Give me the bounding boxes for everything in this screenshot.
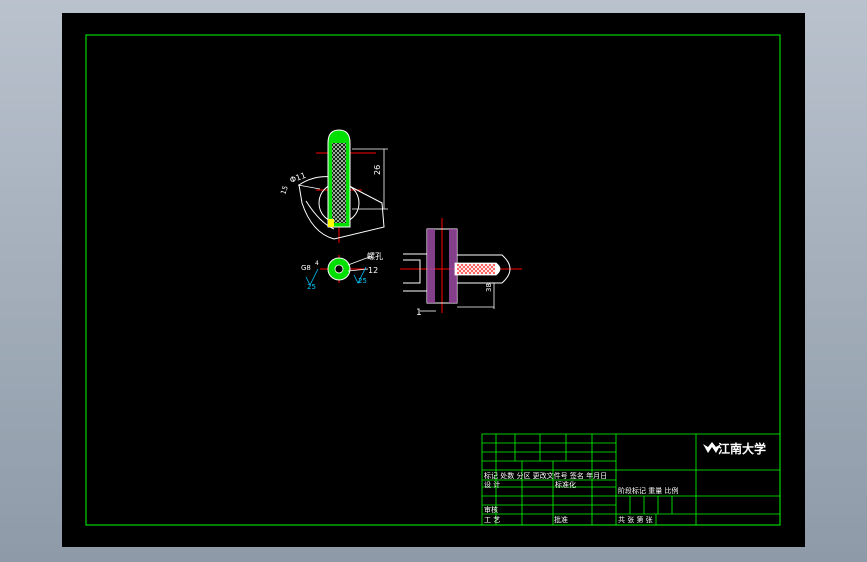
title-process: 工 艺 (484, 516, 500, 524)
title-standardize: 标准化 (555, 480, 576, 489)
title-stage: 阶段标记 重量 比例 (618, 486, 678, 495)
part-view-front: 38 1 (400, 218, 522, 318)
part-view-section: G8 4 螺孔 12 25 25 (301, 251, 383, 291)
part-number: 1 (416, 308, 422, 318)
part-view-top: 26 Φ11 15 (279, 129, 388, 243)
title-sheets: 共 张 第 张 (618, 515, 653, 524)
cad-viewport[interactable]: 26 Φ11 15 G8 4 螺孔 12 25 25 38 1 江南大学 标记 … (62, 13, 805, 547)
dim-depth: 38 (485, 283, 493, 292)
label-fit: G8 (301, 264, 311, 272)
title-design: 设 计 (484, 480, 500, 489)
technical-drawing: 26 Φ11 15 G8 4 螺孔 12 25 25 38 1 江南大学 标记 … (85, 34, 781, 526)
label-hole: 4 (315, 260, 319, 267)
label-count: 12 (368, 266, 378, 275)
label-thread: 螺孔 (367, 251, 383, 261)
roughness-left: 25 (307, 283, 316, 291)
dim-height: 26 (373, 165, 382, 175)
dim-hole: Φ11 (289, 171, 308, 185)
title-row-header: 标记 处数 分区 更改文件号 签名 年月日 (484, 471, 607, 480)
title-approve: 批准 (554, 515, 568, 524)
school-name: 江南大学 (718, 441, 766, 456)
dim-angle: 15 (279, 185, 290, 196)
title-review: 审核 (484, 505, 498, 514)
roughness-right: 25 (358, 277, 367, 285)
